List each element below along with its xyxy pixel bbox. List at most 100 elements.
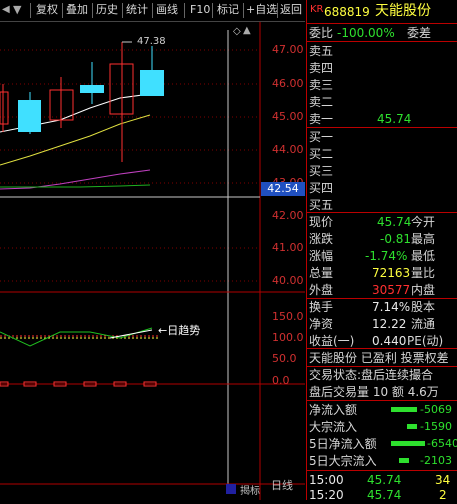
sell1-label: 卖一 bbox=[309, 112, 334, 126]
divider bbox=[307, 41, 457, 42]
divider bbox=[307, 212, 457, 213]
kline-chart[interactable]: 47.00 46.00 45.00 44.00 43.00 42.00 41.0… bbox=[0, 22, 305, 500]
divider bbox=[307, 366, 457, 367]
candle bbox=[18, 100, 41, 132]
buy4-label: 买四 bbox=[309, 181, 334, 195]
scrollbar-thumb[interactable] bbox=[226, 484, 236, 494]
waipan-label: 外盘 bbox=[309, 283, 334, 297]
liangbi-label: 量比 bbox=[411, 266, 436, 280]
toolbar-divider bbox=[212, 3, 213, 18]
weibi-label: 委比 bbox=[309, 26, 334, 40]
indicator-axis-label: 50.0 bbox=[272, 352, 297, 365]
weicha-label: 委差 bbox=[407, 26, 432, 40]
price-axis-label: 40.00 bbox=[272, 274, 304, 287]
kline-chart-svg bbox=[0, 22, 305, 500]
zongliang-label: 总量 bbox=[309, 266, 334, 280]
tick-volume: 34 bbox=[435, 473, 451, 487]
toolbar-down-icon[interactable]: ▼ bbox=[13, 2, 21, 18]
buy5-label: 买五 bbox=[309, 198, 334, 212]
price-axis-label: 46.00 bbox=[272, 77, 304, 90]
toolbar-zixuan-button[interactable]: +自选 bbox=[246, 2, 277, 18]
zhangfu-label: 涨幅 bbox=[309, 249, 334, 263]
chart-toolbar: ◀ ▼ 复权 叠加 历史 统计 画线 F10 标记 +自选 返回 bbox=[0, 0, 305, 22]
max-price-label: 47.38 bbox=[137, 36, 166, 47]
huanshou-label: 换手 bbox=[309, 300, 334, 314]
toolbar-tongji-button[interactable]: 统计 bbox=[126, 2, 148, 18]
divider bbox=[307, 298, 457, 299]
flow-bar bbox=[399, 458, 409, 463]
buy1-label: 买一 bbox=[309, 130, 334, 144]
huanshou-value: 7.14% bbox=[372, 300, 411, 314]
divider bbox=[307, 400, 457, 401]
flow-bar bbox=[407, 424, 417, 429]
price-axis-label: 45.00 bbox=[272, 110, 304, 123]
divider bbox=[307, 348, 457, 349]
indicator-axis-label: 0.0 bbox=[272, 374, 290, 387]
toolbar-divider bbox=[62, 3, 63, 18]
zhangfu-value: -1.74% bbox=[365, 249, 408, 263]
toolbar-fuquan-button[interactable]: 复权 bbox=[36, 2, 58, 18]
toolbar-lishi-button[interactable]: 历史 bbox=[96, 2, 118, 18]
price-axis-label: 44.00 bbox=[272, 143, 304, 156]
jingzi-label: 净资 bbox=[309, 317, 334, 331]
pe-label: PE(动) bbox=[407, 334, 444, 348]
flow-label: 5日净流入额 bbox=[309, 437, 377, 451]
toolbar-divider bbox=[243, 3, 244, 18]
tab-rixian[interactable]: 日线 bbox=[271, 479, 293, 493]
toolbar-divider bbox=[92, 3, 93, 18]
indicator-axis-label: 100.0 bbox=[272, 331, 304, 344]
toolbar-diejia-button[interactable]: 叠加 bbox=[66, 2, 88, 18]
divider bbox=[307, 23, 457, 24]
toolbar-arrow-icon[interactable]: ◀ bbox=[2, 2, 10, 18]
flow-value: -1590 bbox=[420, 420, 452, 433]
shouyi-label: 收益(一) bbox=[309, 334, 355, 348]
flow-bar bbox=[391, 407, 417, 412]
toolbar-f10-button[interactable]: F10 bbox=[190, 2, 210, 18]
chart-scroll-up-icon[interactable]: ▲ bbox=[243, 24, 251, 38]
sell4-label: 卖四 bbox=[309, 61, 334, 75]
sell1-price: 45.74 bbox=[377, 112, 412, 126]
price-axis-label: 41.00 bbox=[272, 241, 304, 254]
flow-bar bbox=[391, 441, 425, 446]
price-axis-label: 42.00 bbox=[272, 209, 304, 222]
kr-badge: KR bbox=[310, 4, 324, 15]
ma-green-line bbox=[0, 184, 151, 188]
quote-panel: KR 688819 天能股份 委比 -100.00% 委差 卖五 卖四 卖三 卖… bbox=[306, 0, 457, 502]
current-price-tag: 42.54 bbox=[261, 182, 305, 196]
zhangdie-value: -0.81 bbox=[380, 232, 412, 246]
buy2-label: 买二 bbox=[309, 147, 334, 161]
neipan-label: 内盘 bbox=[411, 283, 436, 297]
sell2-label: 卖二 bbox=[309, 95, 334, 109]
toolbar-divider bbox=[152, 3, 153, 18]
zhangdie-label: 涨跌 bbox=[309, 232, 334, 246]
jinkai-label: 今开 bbox=[411, 215, 436, 229]
stock-code: 688819 bbox=[324, 5, 370, 19]
price-grid bbox=[0, 49, 260, 282]
flow-value: -6540 bbox=[427, 437, 457, 450]
flow-label: 大宗流入 bbox=[309, 420, 358, 434]
candles bbox=[0, 42, 164, 162]
indicator-axis-label: 150.0 bbox=[272, 310, 304, 323]
toolbar-biaoji-button[interactable]: 标记 bbox=[217, 2, 239, 18]
toolbar-divider bbox=[277, 3, 278, 18]
sell3-label: 卖三 bbox=[309, 78, 334, 92]
flow-value: -2103 bbox=[420, 454, 452, 467]
tick-price: 45.74 bbox=[367, 473, 402, 487]
after-hours-volume: 盘后交易量 10 额 4.6万 bbox=[309, 385, 439, 399]
toolbar-fanhui-button[interactable]: 返回 bbox=[280, 2, 302, 18]
zongliang-value: 72163 bbox=[372, 266, 411, 280]
tick-time: 15:00 bbox=[309, 473, 344, 487]
tab-jiebiao[interactable]: 揭标 bbox=[240, 485, 260, 499]
indicator-legend: ←日趋势 bbox=[158, 324, 201, 337]
buy3-label: 买三 bbox=[309, 164, 334, 178]
indicator-lines bbox=[0, 327, 160, 347]
flow-label: 净流入额 bbox=[309, 403, 358, 417]
shouyi-value: 0.440 bbox=[372, 334, 407, 348]
zuidi-label: 最低 bbox=[411, 249, 436, 263]
toolbar-divider bbox=[122, 3, 123, 18]
flow-value: -5069 bbox=[420, 403, 452, 416]
divider bbox=[307, 470, 457, 471]
stock-name: 天能股份 bbox=[375, 3, 431, 19]
toolbar-huaxian-button[interactable]: 画线 bbox=[156, 2, 178, 18]
flow-label: 5日大宗流入 bbox=[309, 454, 377, 468]
